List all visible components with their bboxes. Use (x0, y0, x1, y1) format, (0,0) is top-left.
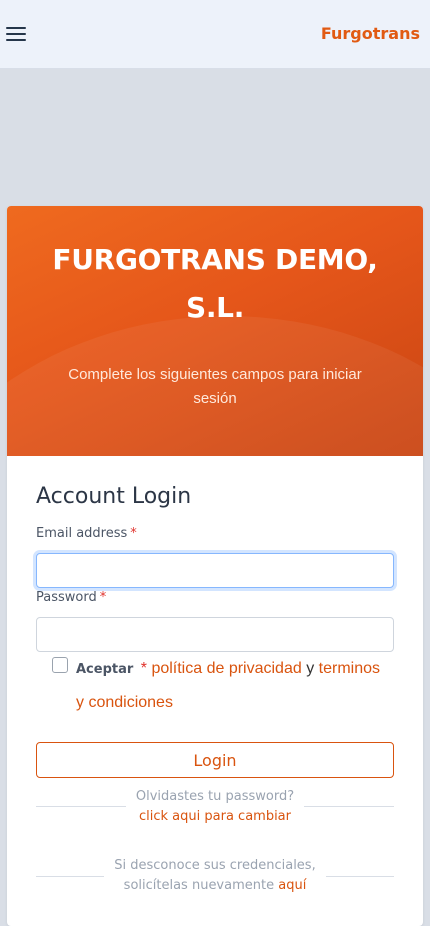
forgot-password-question: Olvidastes tu password? (135, 789, 295, 804)
form-title: Account Login (36, 484, 192, 509)
email-input[interactable] (36, 553, 394, 588)
forgot-password-block: Olvidastes tu password? click aqui para … (36, 787, 394, 827)
email-label-text: Email address (36, 526, 128, 541)
login-button[interactable]: Login (36, 742, 394, 778)
password-label-text: Password (36, 590, 97, 605)
terms-link-part1[interactable]: terminos (319, 660, 380, 677)
company-title-line2: S.L. (185, 291, 245, 324)
hamburger-menu-icon[interactable] (6, 27, 26, 41)
and-text: y (306, 660, 315, 677)
email-label: Email address * (36, 526, 137, 541)
privacy-policy-link[interactable]: política de privacidad (151, 660, 301, 677)
credentials-line1: Si desconoce sus credenciales, (114, 858, 316, 873)
top-bar: Furgotrans (0, 0, 430, 69)
accept-terms-checkbox[interactable] (52, 657, 68, 673)
terms-link-part2[interactable]: y condiciones (76, 694, 173, 711)
company-title: FURGOTRANS DEMO, S.L. (27, 236, 403, 332)
password-required-mark: * (99, 590, 107, 605)
accept-terms-text: Aceptar * política de privacidad y termi… (76, 652, 401, 719)
brand-name[interactable]: Furgotrans (321, 24, 420, 43)
password-input[interactable] (36, 617, 394, 652)
email-required-mark: * (130, 526, 137, 541)
hero-subtitle-line2: sesión (193, 390, 237, 407)
credentials-request-link[interactable]: aquí (278, 878, 306, 893)
credentials-block: Si desconoce sus credenciales, solicítel… (36, 856, 394, 896)
login-card: FURGOTRANS DEMO, S.L. Complete los sigui… (7, 206, 423, 926)
credentials-line2: solicítelas nuevamente (123, 878, 275, 893)
forgot-password-link[interactable]: click aqui para cambiar (139, 809, 291, 824)
card-hero: FURGOTRANS DEMO, S.L. Complete los sigui… (7, 206, 423, 456)
accept-required-mark: * (140, 660, 147, 677)
password-label: Password * (36, 590, 106, 605)
accept-label: Aceptar (76, 662, 134, 677)
company-title-line1: FURGOTRANS DEMO, (52, 243, 378, 276)
hero-subtitle-line1: Complete los siguientes campos para inic… (68, 366, 362, 383)
hero-subtitle: Complete los siguientes campos para inic… (37, 363, 393, 411)
